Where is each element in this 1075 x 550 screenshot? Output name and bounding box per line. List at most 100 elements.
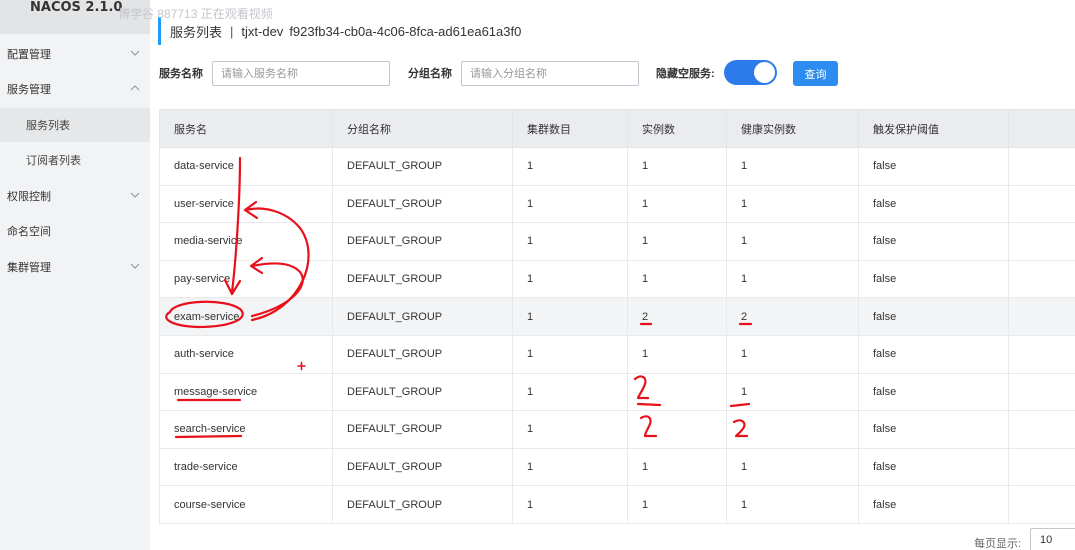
cell-cluster-count: 1 xyxy=(512,447,628,487)
cell-instance-count: 1 xyxy=(627,334,727,374)
namespace-id: f923fb34-cb0a-4c06-8fca-ad61ea61a3f0 xyxy=(289,23,522,39)
cell-protect-threshold: false xyxy=(858,485,1009,524)
cell-group-name: DEFAULT_GROUP xyxy=(332,447,513,487)
column-header-instance-count[interactable]: 实例数 xyxy=(627,109,727,148)
table-row[interactable]: message-service DEFAULT_GROUP 1 1 false xyxy=(159,372,1075,412)
cell-healthy-instance-count: 1 xyxy=(726,372,859,412)
cell-actions xyxy=(1008,410,1075,449)
service-name-label: 服务名称 xyxy=(159,68,203,80)
cell-protect-threshold: false xyxy=(858,447,1009,487)
cell-instance-count xyxy=(627,410,727,449)
cell-instance-count: 2 xyxy=(627,297,727,336)
cell-cluster-count: 1 xyxy=(512,485,628,524)
sidebar-item-label: 服务管理 xyxy=(7,84,51,96)
cell-service-name: data-service xyxy=(159,147,333,186)
cell-cluster-count: 1 xyxy=(512,297,628,336)
column-header-group-name[interactable]: 分组名称 xyxy=(332,109,513,148)
cell-group-name: DEFAULT_GROUP xyxy=(332,297,513,336)
cell-group-name: DEFAULT_GROUP xyxy=(332,184,513,224)
service-name-input[interactable] xyxy=(212,61,390,86)
cell-service-name: search-service xyxy=(159,410,333,449)
hide-empty-services-toggle[interactable] xyxy=(724,60,777,85)
group-name-label: 分组名称 xyxy=(408,68,452,80)
cell-healthy-instance-count: 1 xyxy=(726,485,859,524)
cell-group-name: DEFAULT_GROUP xyxy=(332,372,513,412)
page-size-select[interactable]: 10 xyxy=(1030,528,1075,550)
column-header-actions xyxy=(1008,109,1075,148)
sidebar-item-access-control[interactable]: 权限控制 xyxy=(0,179,150,213)
toggle-knob xyxy=(754,62,775,83)
cell-group-name: DEFAULT_GROUP xyxy=(332,147,513,186)
cell-cluster-count: 1 xyxy=(512,259,628,299)
table-header-row: 服务名 分组名称 集群数目 实例数 健康实例数 触发保护阈值 xyxy=(159,109,1075,148)
cell-cluster-count: 1 xyxy=(512,334,628,374)
cell-instance-count: 1 xyxy=(627,259,727,299)
sidebar-item-service-list[interactable]: 服务列表 xyxy=(0,108,150,142)
sidebar-item-label: 集群管理 xyxy=(7,262,51,274)
cell-service-name: media-service xyxy=(159,222,333,261)
table-row[interactable]: auth-service DEFAULT_GROUP 1 1 1 false xyxy=(159,334,1075,374)
cell-service-name: pay-service xyxy=(159,259,333,299)
cell-protect-threshold: false xyxy=(858,410,1009,449)
cell-healthy-instance-count xyxy=(726,410,859,449)
sidebar: NACOS 2.1.0 配置管理 服务管理 服务列表 订阅者列表 权限控制 命名… xyxy=(0,0,150,550)
cell-actions xyxy=(1008,485,1075,524)
table-row[interactable]: data-service DEFAULT_GROUP 1 1 1 false xyxy=(159,147,1075,186)
chevron-up-icon xyxy=(130,85,140,91)
sidebar-item-service-management[interactable]: 服务管理 xyxy=(0,72,150,106)
sidebar-item-config-management[interactable]: 配置管理 xyxy=(0,37,150,71)
sidebar-item-namespace[interactable]: 命名空间 xyxy=(0,214,150,248)
cell-instance-count: 1 xyxy=(627,485,727,524)
sidebar-item-label: 命名空间 xyxy=(7,226,51,238)
chevron-down-icon xyxy=(130,50,140,56)
table-row[interactable]: pay-service DEFAULT_GROUP 1 1 1 false xyxy=(159,259,1075,299)
sidebar-item-label: 订阅者列表 xyxy=(26,155,81,167)
cell-instance-count: 1 xyxy=(627,147,727,186)
cell-healthy-instance-count: 1 xyxy=(726,334,859,374)
column-header-cluster-count[interactable]: 集群数目 xyxy=(512,109,628,148)
sidebar-item-label: 权限控制 xyxy=(7,191,51,203)
cell-service-name: trade-service xyxy=(159,447,333,487)
cell-instance-count: 1 xyxy=(627,184,727,224)
table-row[interactable]: search-service DEFAULT_GROUP 1 false xyxy=(159,410,1075,449)
table-row[interactable]: course-service DEFAULT_GROUP 1 1 1 false xyxy=(159,485,1075,524)
service-table: 服务名 分组名称 集群数目 实例数 健康实例数 触发保护阈值 data-serv… xyxy=(159,109,1075,524)
cell-service-name: exam-service xyxy=(159,297,333,336)
query-button[interactable]: 查询 xyxy=(793,61,838,86)
brand-logo-text: NACOS 2.1.0 xyxy=(30,0,123,15)
cell-service-name: user-service xyxy=(159,184,333,224)
cell-actions xyxy=(1008,259,1075,299)
cell-actions xyxy=(1008,184,1075,224)
table-row[interactable]: exam-service DEFAULT_GROUP 1 2 2 false xyxy=(159,297,1075,336)
table-row[interactable]: user-service DEFAULT_GROUP 1 1 1 false xyxy=(159,184,1075,224)
cell-group-name: DEFAULT_GROUP xyxy=(332,485,513,524)
cell-instance-count: 1 xyxy=(627,447,727,487)
group-name-input[interactable] xyxy=(461,61,639,86)
cell-service-name: auth-service xyxy=(159,334,333,374)
sidebar-item-cluster-management[interactable]: 集群管理 xyxy=(0,250,150,284)
cell-instance-count: 1 xyxy=(627,222,727,261)
video-watermark: 博学谷 887713 正在观看视频 xyxy=(118,7,273,21)
column-header-protect-threshold[interactable]: 触发保护阈值 xyxy=(858,109,1009,148)
table-row[interactable]: trade-service DEFAULT_GROUP 1 1 1 false xyxy=(159,447,1075,487)
cell-actions xyxy=(1008,147,1075,186)
cell-service-name: message-service xyxy=(159,372,333,412)
cell-healthy-instance-count: 1 xyxy=(726,259,859,299)
namespace-name: tjxt-dev xyxy=(241,23,284,39)
cell-healthy-instance-count: 2 xyxy=(726,297,859,336)
cell-actions xyxy=(1008,334,1075,374)
sidebar-item-label: 配置管理 xyxy=(7,49,51,61)
cell-protect-threshold: false xyxy=(858,372,1009,412)
column-header-healthy-instance-count[interactable]: 健康实例数 xyxy=(726,109,859,148)
cell-healthy-instance-count: 1 xyxy=(726,447,859,487)
table-row[interactable]: media-service DEFAULT_GROUP 1 1 1 false xyxy=(159,222,1075,261)
chevron-down-icon xyxy=(130,263,140,269)
sidebar-item-subscriber-list[interactable]: 订阅者列表 xyxy=(0,143,150,177)
chevron-down-icon xyxy=(130,192,140,198)
column-header-service-name[interactable]: 服务名 xyxy=(159,109,333,148)
cell-group-name: DEFAULT_GROUP xyxy=(332,259,513,299)
cell-group-name: DEFAULT_GROUP xyxy=(332,334,513,374)
cell-healthy-instance-count: 1 xyxy=(726,147,859,186)
cell-healthy-instance-count: 1 xyxy=(726,184,859,224)
cell-actions xyxy=(1008,222,1075,261)
